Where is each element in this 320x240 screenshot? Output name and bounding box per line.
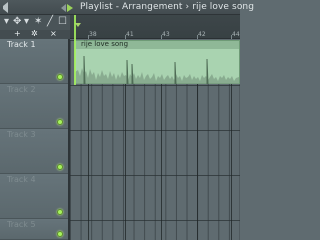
ruler-bar-number: 42	[198, 31, 206, 38]
track-header-2[interactable]: Track 2	[0, 84, 68, 129]
ruler-bar-number: 38	[89, 31, 97, 38]
multilink-icon[interactable]: ✶	[34, 15, 42, 29]
ruler-tick	[161, 35, 162, 39]
snap-dropdown-icon[interactable]: ▾	[24, 15, 29, 29]
track-header-4[interactable]: Track 4	[0, 174, 68, 219]
ruler-tick	[231, 35, 232, 39]
window-title: Playlist - Arrangement › rije love song	[80, 2, 254, 12]
add-track-icon[interactable]: +	[14, 29, 21, 39]
track-mute-led-icon[interactable]	[57, 119, 63, 125]
track-mute-led-icon[interactable]	[57, 209, 63, 215]
title-separator: ›	[185, 2, 190, 12]
forward-arrow-icon[interactable]	[67, 4, 73, 12]
clip-waveform	[75, 55, 239, 84]
track-options-icon[interactable]: ✲	[31, 29, 38, 39]
ruler-bar-number: 41	[126, 31, 134, 38]
track-name[interactable]: Track 4	[7, 175, 36, 184]
track-mute-led-icon[interactable]	[57, 231, 63, 237]
clip-label: rije love song	[81, 40, 129, 48]
track-toolbar: + ✲ ×	[0, 29, 70, 39]
ruler-tick	[197, 35, 198, 39]
playlist-toolbar: ▾ ✥ ▾ ✶ ╱ ☐	[0, 15, 70, 30]
ruler-bar-number: 43	[162, 31, 170, 38]
ruler-tick	[88, 35, 89, 39]
track-name[interactable]: Track 2	[7, 85, 36, 94]
track-mute-led-icon[interactable]	[57, 74, 63, 80]
title-playlist: Playlist - Arrangement	[80, 2, 183, 12]
track-name[interactable]: Track 3	[7, 130, 36, 139]
track-name[interactable]: Track 5	[7, 220, 36, 229]
track-mute-led-icon[interactable]	[57, 164, 63, 170]
options-dropdown-icon[interactable]: ▾	[4, 15, 9, 29]
track-headers: Track 1 Track 2 Track 3 Track 4 Track 5	[0, 39, 68, 240]
snap-icon[interactable]: ✥	[13, 15, 21, 29]
track-header-3[interactable]: Track 3	[0, 129, 68, 174]
ruler-tick	[125, 35, 126, 39]
timeline-ruler[interactable]: 38 41 43 42 44	[70, 15, 240, 39]
playhead[interactable]	[74, 15, 76, 85]
title-bar: Playlist - Arrangement › rije love song	[0, 0, 254, 15]
track-header-5[interactable]: Track 5	[0, 219, 68, 240]
track-header-1[interactable]: Track 1	[0, 39, 68, 84]
back-arrow-icon[interactable]	[61, 4, 66, 12]
select-tool-icon[interactable]: ☐	[58, 15, 67, 29]
title-song-name[interactable]: rije love song	[192, 2, 254, 12]
track-name[interactable]: Track 1	[7, 40, 36, 49]
collapse-arrow-icon[interactable]	[3, 2, 8, 13]
ruler-bar-number: 44	[232, 31, 240, 38]
clip-header[interactable]: rije love song	[75, 40, 239, 49]
remove-track-icon[interactable]: ×	[50, 29, 57, 39]
audio-clip[interactable]: rije love song	[74, 40, 240, 84]
draw-tool-icon[interactable]: ╱	[47, 15, 53, 29]
